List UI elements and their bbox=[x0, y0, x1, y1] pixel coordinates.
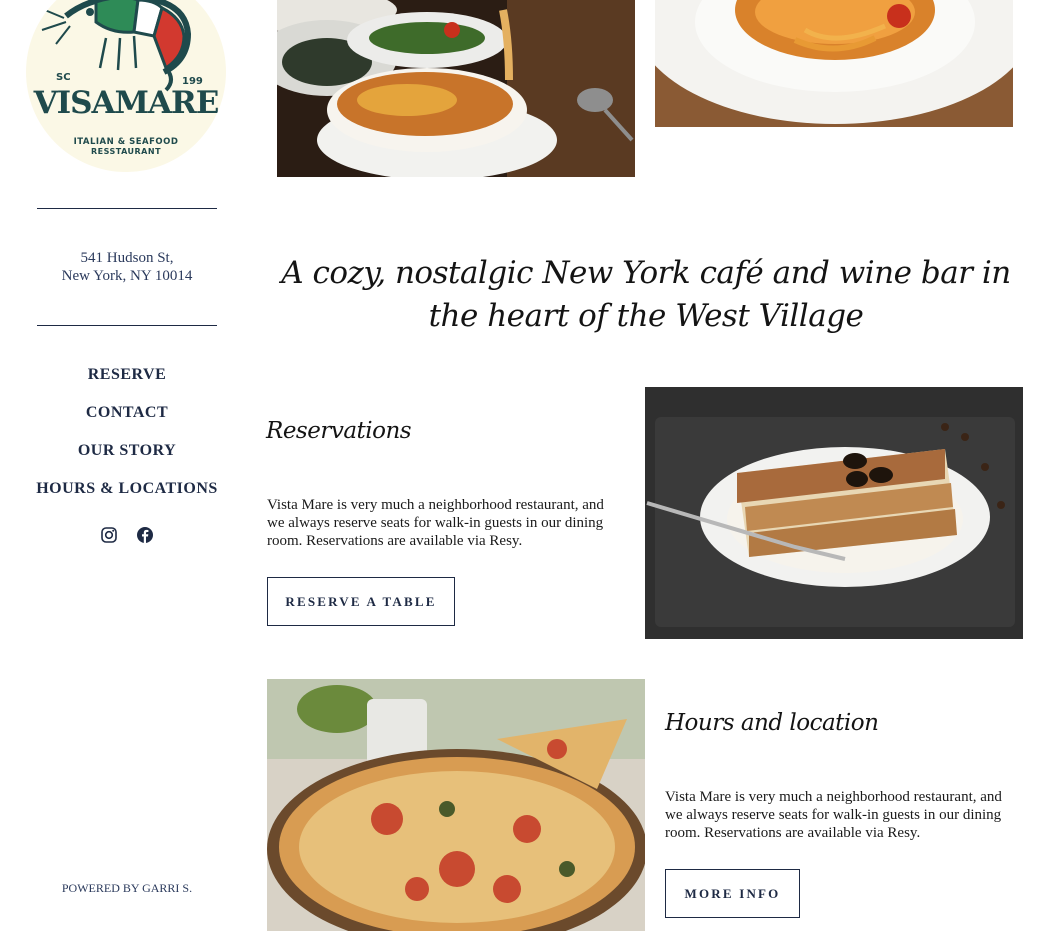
address: 541 Hudson St, New York, NY 10014 bbox=[0, 249, 254, 285]
nav-hours-locations[interactable]: HOURS & LOCATIONS bbox=[0, 478, 254, 516]
social-links bbox=[100, 526, 154, 544]
reservations-body: Vista Mare is very much a neighborhood r… bbox=[267, 497, 604, 549]
hours-body: Vista Mare is very much a neighborhood r… bbox=[665, 789, 1002, 841]
powered-by: POWERED BY GARRI S. bbox=[61, 881, 193, 895]
divider-bottom bbox=[37, 325, 217, 326]
tiramisu-photo bbox=[645, 387, 1023, 639]
nav-reserve[interactable]: RESERVE bbox=[0, 364, 254, 402]
logo-brand-name: VISAMARE bbox=[33, 85, 220, 121]
pizza-photo bbox=[267, 679, 645, 931]
nav-contact[interactable]: CONTACT bbox=[0, 402, 254, 440]
reservations-title: Reservations bbox=[266, 418, 412, 444]
instagram-icon[interactable] bbox=[100, 526, 118, 544]
pasta-photo bbox=[655, 0, 1013, 127]
sidebar: SC 199 VISAMARE ITALIAN & SEAFOOD RESSTA… bbox=[0, 0, 254, 943]
main-nav: RESERVE CONTACT OUR STORY HOURS & LOCATI… bbox=[0, 364, 254, 516]
more-info-button[interactable]: MORE INFO bbox=[665, 869, 800, 918]
logo-subtitle: ITALIAN & SEAFOOD bbox=[73, 137, 179, 147]
logo-left-mark: SC bbox=[56, 72, 71, 83]
address-line-1: 541 Hudson St, bbox=[80, 250, 174, 266]
hours-title: Hours and location bbox=[665, 710, 879, 736]
restaurant-logo[interactable]: SC 199 VISAMARE ITALIAN & SEAFOOD RESSTA… bbox=[26, 0, 226, 172]
facebook-icon[interactable] bbox=[136, 526, 154, 544]
reserve-table-button[interactable]: RESERVE A TABLE bbox=[267, 577, 455, 626]
tagline: A cozy, nostalgic New York café and wine… bbox=[281, 255, 1011, 334]
divider-top bbox=[37, 208, 217, 209]
lasagna-photo bbox=[277, 0, 635, 177]
logo-subtitle-2: RESSTAURANT bbox=[90, 147, 162, 156]
nav-our-story[interactable]: OUR STORY bbox=[0, 440, 254, 478]
address-line-2: New York, NY 10014 bbox=[61, 268, 193, 284]
